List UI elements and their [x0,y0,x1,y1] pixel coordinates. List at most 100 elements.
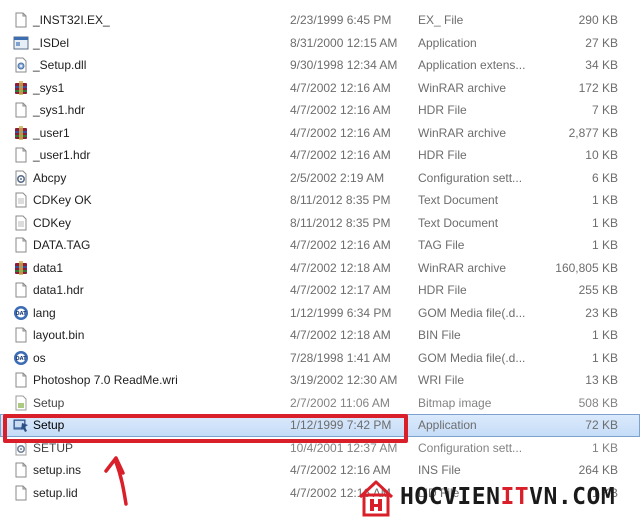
watermark: HOCVIENITVN.COM [356,476,615,518]
file-size: 34 KB [585,58,618,72]
file-size: 172 KB [578,80,618,95]
file-name: data1.hdr [33,283,84,297]
file-size: 290 KB [578,13,618,27]
file-date-modified: 7/28/1998 1:41 AM [290,350,391,365]
file-row[interactable]: _user1.hdr 4/7/2002 12:16 AM HDR File 10 KB [0,144,640,167]
file-date-modified: 4/7/2002 12:18 AM [290,328,391,342]
file-size: 6 KB [591,170,618,185]
explorer-file-view: _INST32I.EX_ 2/23/1999 6:45 PM EX_ File 290… [0,0,640,521]
file-size: 7 KB [591,103,618,117]
file-size: 2,877 KB [568,125,618,140]
file-type: HDR File [418,148,467,162]
file-row[interactable]: _Setup.dll 9/30/1998 12:34 AM Application … [0,54,640,77]
blank-file-icon [13,237,29,253]
file-size: 1 KB [591,215,618,230]
watermark-text: HOCVIENITVN.COM [400,484,616,510]
file-date-modified: 1/12/1999 6:34 PM [290,305,392,320]
file-type: Configuration sett... [418,440,523,455]
blank-file-icon [13,102,29,118]
file-type: Text Document [418,215,499,230]
file-row[interactable]: _user1 4/7/2002 12:16 AM WinRAR archive 2,8… [0,122,640,145]
file-date-modified: 8/11/2012 8:35 PM [290,193,391,207]
file-type: WinRAR archive [418,260,507,275]
file-row[interactable]: _sys1 4/7/2002 12:16 AM WinRAR archive 172 … [0,77,640,100]
file-date-modified: 4/7/2002 12:16 AM [290,148,391,162]
file-date-modified: 2/7/2002 11:06 AM [290,395,390,410]
file-size: 1 KB [591,350,618,365]
file-name: _INST32I.EX_ [33,13,110,27]
file-name: CDKey OK [33,193,92,207]
file-date-modified: 4/7/2002 12:16 AM [290,103,391,117]
file-row[interactable]: Abcpy 2/5/2002 2:19 AM Configuration sett.… [0,167,640,190]
winrar-icon [13,260,29,276]
file-size: 1 KB [591,238,618,252]
file-row[interactable]: Setup 2/7/2002 11:06 AM Bitmap image 508 KB [0,392,640,415]
blank-file-icon [13,12,29,28]
blank-file-icon [13,462,29,478]
gom-media-icon: DAT [13,305,29,321]
file-date-modified: 4/7/2002 12:16 AM [290,238,391,252]
file-type: HDR File [418,103,467,117]
file-row[interactable]: DAT os 7/28/1998 1:41 AM GOM Media file(.d.… [0,347,640,370]
file-date-modified: 2/23/1999 6:45 PM [290,13,392,27]
winrar-icon [13,80,29,96]
file-name: setup.ins [33,463,82,477]
file-row[interactable]: _sys1.hdr 4/7/2002 12:16 AM HDR File 7 KB [0,99,640,122]
file-date-modified: 4/7/2002 12:16 AM [290,463,391,477]
file-row[interactable]: data1 4/7/2002 12:18 AM WinRAR archive 160,… [0,257,640,280]
application-icon [13,35,29,51]
hocvienitvn-logo-icon [358,480,394,517]
winrar-icon [13,125,29,141]
config-icon [13,170,29,186]
file-type: INS File [418,463,461,477]
file-type: WinRAR archive [418,80,507,95]
file-size: 23 KB [585,305,618,320]
file-name: _user1.hdr [33,148,91,162]
file-row[interactable]: _ISDel 8/31/2000 12:15 AM Application 27 KB [0,32,640,55]
file-size: 255 KB [578,283,618,297]
file-name: data1 [33,260,64,275]
blank-file-icon [13,485,29,501]
file-type: Text Document [418,193,499,207]
file-size: 1 KB [591,328,618,342]
text-file-icon [13,215,29,231]
file-row[interactable]: DAT lang 1/12/1999 6:34 PM GOM Media file(.… [0,302,640,325]
file-type: BIN File [418,328,461,342]
file-type: GOM Media file(.d... [418,350,526,365]
gom-media-icon: DAT [13,350,29,366]
file-size: 508 KB [578,395,618,410]
file-date-modified: 4/7/2002 12:17 AM [290,283,391,297]
file-name: DATA.TAG [33,238,91,252]
bitmap-icon [13,395,29,411]
file-row[interactable]: CDKey OK 8/11/2012 8:35 PM Text Document 1 … [0,189,640,212]
file-row[interactable]: layout.bin 4/7/2002 12:18 AM BIN File 1 KB [0,324,640,347]
file-type: Configuration sett... [418,170,523,185]
dll-icon [13,57,29,73]
file-row[interactable]: DATA.TAG 4/7/2002 12:16 AM TAG File 1 KB [0,234,640,257]
file-name: setup.lid [33,485,78,500]
blank-file-icon [13,327,29,343]
file-type: EX_ File [418,13,464,27]
file-date-modified: 9/30/1998 12:34 AM [290,58,398,72]
file-type: WinRAR archive [418,125,507,140]
file-type: GOM Media file(.d... [418,305,526,320]
blank-file-icon [13,147,29,163]
file-row[interactable]: Photoshop 7.0 ReadMe.wri 3/19/2002 12:30 … [0,369,640,392]
svg-text:DAT: DAT [15,311,27,317]
file-type: Application [418,418,477,432]
file-size: 13 KB [585,373,618,387]
annotation-arrow-icon [104,456,128,506]
file-row[interactable]: _INST32I.EX_ 2/23/1999 6:45 PM EX_ File 290… [0,9,640,32]
file-size: 27 KB [585,35,618,50]
file-name: _sys1 [33,80,65,95]
file-row[interactable]: data1.hdr 4/7/2002 12:17 AM HDR File 255 KB [0,279,640,302]
annotation-highlight-box [3,414,408,443]
file-size: 1 KB [591,193,618,207]
file-size: 160,805 KB [555,260,618,275]
file-row[interactable]: CDKey 8/11/2012 8:35 PM Text Document 1 KB [0,212,640,235]
text-file-icon [13,192,29,208]
file-name: _ISDel [33,35,70,50]
file-name: CDKey [33,215,72,230]
file-type: TAG File [418,238,465,252]
file-name: Photoshop 7.0 ReadMe.wri [33,373,178,387]
